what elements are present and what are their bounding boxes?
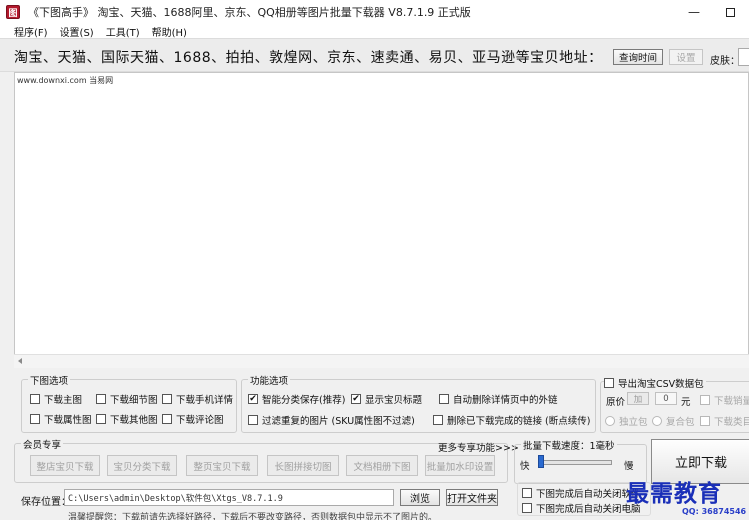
radio-label: 复合包 <box>666 417 695 428</box>
watermark-qq: QQ: 36874546 <box>682 507 747 516</box>
batch-speed-label: 批量下载速度：1毫秒 <box>521 438 617 452</box>
long-image-button[interactable]: 长图拼接切图 <box>267 455 339 476</box>
checkbox-icon <box>522 503 532 513</box>
checkbox-show-title[interactable]: ✔ 显示宝贝标题 <box>351 392 422 406</box>
checkbox-label: 下载属性图 <box>44 415 92 426</box>
checkbox-label: 导出淘宝CSV数据包 <box>618 379 704 390</box>
page-download-button[interactable]: 整页宝贝下载 <box>186 455 258 476</box>
checkbox-icon <box>30 414 40 424</box>
menu-settings[interactable]: 设置(S) <box>60 24 94 39</box>
radio-icon <box>652 416 662 426</box>
checkbox-label: 显示宝贝标题 <box>365 395 423 406</box>
checkbox-icon <box>162 394 172 404</box>
category-download-button[interactable]: 宝贝分类下载 <box>107 455 177 476</box>
checkbox-label: 智能分类保存(推荐) <box>262 395 346 406</box>
query-time-button[interactable]: 查询时间 <box>613 49 663 65</box>
checkbox-label: 过滤重复的图片 (SKU属性图不过滤) <box>262 416 415 427</box>
checkbox-download-other[interactable]: 下载其他图 <box>96 412 158 426</box>
checkbox-icon <box>700 416 710 426</box>
price-label: 原价 <box>606 397 626 408</box>
checkbox-download-category[interactable]: 下载类目 <box>700 414 749 428</box>
browse-button[interactable]: 浏览 <box>400 489 440 506</box>
menu-help[interactable]: 帮助(H) <box>152 24 187 39</box>
maximize-button[interactable] <box>712 0 748 24</box>
function-options-title: 功能选项 <box>248 373 291 387</box>
checkbox-download-mobile[interactable]: 下载手机详情 <box>162 392 233 406</box>
checkbox-icon <box>433 415 443 425</box>
checkbox-icon <box>96 414 106 424</box>
checkbox-label: 下载其他图 <box>110 415 158 426</box>
checkbox-label: 下载主图 <box>44 395 83 406</box>
checkbox-icon <box>162 414 172 424</box>
watermark: 最需教育 QQ: 36874546 <box>612 470 749 520</box>
checkbox-label: 自动删除详情页中的外链 <box>453 395 558 406</box>
url-textarea[interactable]: www.downxi.com 当易网 <box>14 72 749 368</box>
more-features-link[interactable]: 更多专享功能>>> <box>438 440 519 454</box>
checkbox-label: 下载评论图 <box>176 415 224 426</box>
menu-program[interactable]: 程序(F) <box>14 24 48 39</box>
horizontal-scrollbar[interactable] <box>14 354 749 368</box>
speed-slider-thumb[interactable] <box>538 455 544 468</box>
settings-button[interactable]: 设置 <box>669 49 703 65</box>
checkbox-label: 下载细节图 <box>110 395 158 406</box>
checkbox-download-main[interactable]: 下载主图 <box>30 392 82 406</box>
title-bar: 图 《下图高手》 淘宝、天猫、1688阿里、京东、QQ相册等图片批量下载器 V8… <box>0 0 749 24</box>
shop-download-button[interactable]: 整店宝贝下载 <box>30 455 100 476</box>
save-tip: 温馨提醒您：下载前请先选择好路径，下载后不要改变路径，否则数据包中显示不了图片的… <box>68 513 438 520</box>
download-options-title: 下图选项 <box>28 373 71 387</box>
checkbox-delete-done[interactable]: 删除已下载完成的链接 (断点续传) <box>433 413 590 427</box>
speed-slider-track[interactable] <box>540 460 612 465</box>
checkbox-icon <box>604 378 614 388</box>
checkbox-icon <box>522 488 532 498</box>
open-folder-button[interactable]: 打开文件夹 <box>446 489 498 506</box>
checkbox-label: 下载销量 <box>714 396 749 407</box>
menu-bar: 程序(F) 设置(S) 工具(T) 帮助(H) <box>0 24 749 39</box>
price-op-select[interactable]: 加 <box>627 392 649 405</box>
checkbox-smart-save[interactable]: ✔ 智能分类保存(推荐) <box>248 392 345 406</box>
scroll-left-icon[interactable] <box>18 358 22 364</box>
checkbox-download-attr[interactable]: 下载属性图 <box>30 412 92 426</box>
maximize-icon <box>725 7 735 17</box>
checkbox-label: 删除已下载完成的链接 (断点续传) <box>447 416 591 427</box>
radio-label: 独立包 <box>619 417 648 428</box>
url-bar: 淘宝、天猫、国际天猫、1688、拍拍、敦煌网、京东、速卖通、易贝、亚马逊等宝贝地… <box>0 38 749 72</box>
checkbox-icon <box>30 394 40 404</box>
watermark-text: 最需教育 <box>626 480 722 507</box>
minimize-button[interactable]: — <box>676 0 712 24</box>
checkbox-icon <box>439 394 449 404</box>
checkbox-checked-icon: ✔ <box>248 393 258 404</box>
checkbox-checked-icon: ✔ <box>351 393 361 404</box>
price-value-input[interactable]: 0 <box>655 392 677 405</box>
url-label: 淘宝、天猫、国际天猫、1688、拍拍、敦煌网、京东、速卖通、易贝、亚马逊等宝贝地… <box>14 50 603 66</box>
checkbox-label: 下载手机详情 <box>176 395 234 406</box>
checkbox-download-sales[interactable]: 下载销量 <box>700 393 749 407</box>
save-path-input[interactable]: C:\Users\admin\Desktop\软件包\Xtgs_V8.7.1.9 <box>64 489 394 506</box>
album-download-button[interactable]: 文档相册下图 <box>346 455 418 476</box>
checkbox-download-comment[interactable]: 下载评论图 <box>162 412 224 426</box>
checkbox-icon <box>248 415 258 425</box>
fast-label: 快 <box>520 461 530 472</box>
radio-icon <box>605 416 615 426</box>
watermark-settings-button[interactable]: 批量加水印设置 <box>425 455 495 476</box>
checkbox-icon <box>700 395 710 405</box>
window-title: 《下图高手》 淘宝、天猫、1688阿里、京东、QQ相册等图片批量下载器 V8.7… <box>28 6 471 19</box>
radio-merged[interactable]: 复合包 <box>652 414 695 428</box>
checkbox-icon <box>96 394 106 404</box>
skin-label: 皮肤： <box>710 56 740 67</box>
menu-tools[interactable]: 工具(T) <box>106 24 140 39</box>
price-unit: 元 <box>681 397 691 408</box>
app-logo-icon: 图 <box>6 5 20 19</box>
checkbox-download-detail[interactable]: 下载细节图 <box>96 392 158 406</box>
skin-select[interactable] <box>738 48 749 66</box>
checkbox-label: 下载类目 <box>714 417 749 428</box>
member-title: 会员专享 <box>21 437 64 451</box>
checkbox-filter-duplicates[interactable]: 过滤重复的图片 (SKU属性图不过滤) <box>248 413 415 427</box>
textarea-content: www.downxi.com 当易网 <box>17 76 114 85</box>
radio-independent[interactable]: 独立包 <box>605 414 648 428</box>
checkbox-remove-links[interactable]: 自动删除详情页中的外链 <box>439 392 558 406</box>
checkbox-export-csv[interactable]: 导出淘宝CSV数据包 <box>604 376 706 390</box>
